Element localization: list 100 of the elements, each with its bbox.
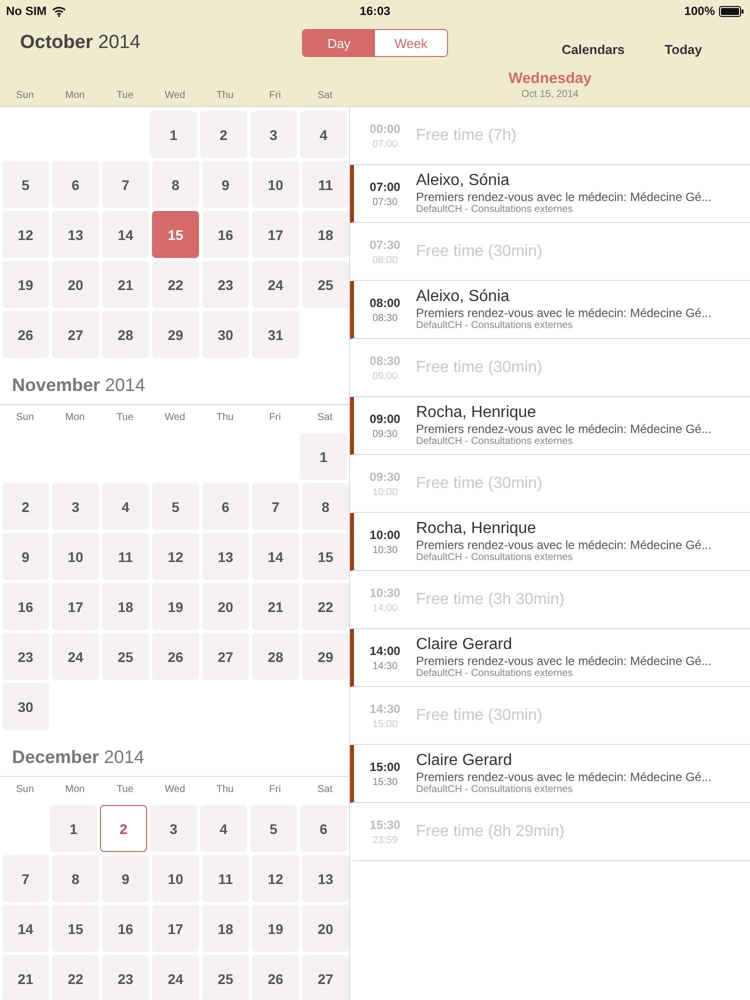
calendar-day[interactable]: 23: [2, 633, 49, 680]
calendar-day[interactable]: 8: [302, 483, 349, 530]
calendar-day[interactable]: 11: [302, 161, 349, 208]
calendar-day[interactable]: 9: [202, 161, 249, 208]
calendar-day[interactable]: 15: [152, 211, 199, 258]
calendar-day[interactable]: 1: [150, 111, 197, 158]
calendar-day[interactable]: 23: [102, 955, 149, 1000]
calendar-day[interactable]: 11: [102, 533, 149, 580]
calendar-day[interactable]: 18: [302, 211, 349, 258]
calendar-day[interactable]: 26: [252, 955, 299, 1000]
calendar-day[interactable]: 17: [152, 905, 199, 952]
calendar-day[interactable]: 19: [152, 583, 199, 630]
calendar-day[interactable]: 9: [2, 533, 49, 580]
calendar-day[interactable]: 20: [302, 905, 349, 952]
calendar-day[interactable]: 14: [102, 211, 149, 258]
calendar-day[interactable]: 31: [252, 311, 299, 358]
calendar-day[interactable]: 1: [50, 805, 97, 852]
calendar-day[interactable]: 15: [302, 533, 349, 580]
calendar-day[interactable]: 3: [150, 805, 197, 852]
calendar-day[interactable]: 8: [52, 855, 99, 902]
appointment[interactable]: 08:00 08:30 Aleixo, Sónia Premiers rendez-vous avec le médecin: Médecine Gé... DefaultCH - Consultations externes: [350, 281, 750, 339]
calendar-day[interactable]: 12: [2, 211, 49, 258]
calendar-day[interactable]: 12: [252, 855, 299, 902]
calendar-day[interactable]: 13: [302, 855, 349, 902]
calendar-day[interactable]: 13: [202, 533, 249, 580]
calendar-day[interactable]: 15: [52, 905, 99, 952]
calendar-day[interactable]: 17: [252, 211, 299, 258]
calendar-day[interactable]: 4: [102, 483, 149, 530]
calendar-day[interactable]: 25: [102, 633, 149, 680]
calendar-day[interactable]: 6: [300, 805, 347, 852]
appointment[interactable]: 10:00 10:30 Rocha, Henrique Premiers rendez-vous avec le médecin: Médecine Gé... DefaultCH - Consultations externes: [350, 513, 750, 571]
calendar-day[interactable]: 7: [2, 855, 49, 902]
calendar-day[interactable]: 21: [2, 955, 49, 1000]
calendar-day[interactable]: 16: [102, 905, 149, 952]
appointment[interactable]: 07:00 07:30 Aleixo, Sónia Premiers rendez-vous avec le médecin: Médecine Gé... DefaultCH - Consultations externes: [350, 165, 750, 223]
calendar-day[interactable]: 4: [300, 111, 347, 158]
toolbar-button[interactable]: Today: [664, 42, 702, 56]
calendar-day[interactable]: 10: [52, 533, 99, 580]
calendar-day[interactable]: 2: [2, 483, 49, 530]
calendar-day[interactable]: 3: [250, 111, 297, 158]
calendar-day[interactable]: 7: [102, 161, 149, 208]
calendar-day[interactable]: 24: [52, 633, 99, 680]
calendar-day[interactable]: 5: [250, 805, 297, 852]
calendar-day[interactable]: 2: [200, 111, 247, 158]
calendar-day[interactable]: 22: [152, 261, 199, 308]
calendar-day[interactable]: 16: [202, 211, 249, 258]
calendar-day[interactable]: 4: [200, 805, 247, 852]
calendar-day[interactable]: 9: [102, 855, 149, 902]
calendar-day[interactable]: 30: [2, 683, 49, 730]
calendar-day[interactable]: 2: [100, 805, 147, 852]
calendar-day[interactable]: 6: [52, 161, 99, 208]
calendar-day[interactable]: 30: [202, 311, 249, 358]
calendar-day[interactable]: 26: [2, 311, 49, 358]
calendar-day[interactable]: 8: [152, 161, 199, 208]
calendar-day[interactable]: 23: [202, 261, 249, 308]
calendar-day[interactable]: 20: [202, 583, 249, 630]
end-time: 10:30: [372, 544, 398, 556]
calendar-day[interactable]: 18: [202, 905, 249, 952]
calendar-day[interactable]: 6: [202, 483, 249, 530]
calendar-day[interactable]: 14: [2, 905, 49, 952]
calendar-day[interactable]: 25: [302, 261, 349, 308]
calendar-day[interactable]: 5: [2, 161, 49, 208]
calendar-day[interactable]: 24: [252, 261, 299, 308]
appointment[interactable]: 15:00 15:30 Claire Gerard Premiers rendez-vous avec le médecin: Médecine Gé... DefaultCH - Consultations externes: [350, 745, 750, 803]
calendar-day[interactable]: 21: [102, 261, 149, 308]
view-tab[interactable]: Day: [303, 30, 375, 56]
calendar-day[interactable]: 27: [302, 955, 349, 1000]
calendar-day[interactable]: 12: [152, 533, 199, 580]
calendar-day[interactable]: 19: [252, 905, 299, 952]
calendar-day[interactable]: 28: [102, 311, 149, 358]
appointment[interactable]: 14:00 14:30 Claire Gerard Premiers rendez-vous avec le médecin: Médecine Gé... DefaultCH - Consultations externes: [350, 629, 750, 687]
weekday-label: Fri: [268, 784, 282, 794]
calendar-day[interactable]: 18: [102, 583, 149, 630]
calendar-day[interactable]: 27: [202, 633, 249, 680]
calendar-day[interactable]: 17: [52, 583, 99, 630]
calendar-day[interactable]: 1: [300, 433, 347, 480]
calendar-day[interactable]: 26: [152, 633, 199, 680]
toolbar-button[interactable]: Calendars: [562, 42, 625, 56]
calendar-day[interactable]: 11: [202, 855, 249, 902]
calendar-day[interactable]: 5: [152, 483, 199, 530]
calendar-day[interactable]: 21: [252, 583, 299, 630]
calendar-day[interactable]: 24: [152, 955, 199, 1000]
calendar-day[interactable]: 25: [202, 955, 249, 1000]
appointment[interactable]: 09:00 09:30 Rocha, Henrique Premiers rendez-vous avec le médecin: Médecine Gé... DefaultCH - Consultations externes: [350, 397, 750, 455]
calendar-day[interactable]: 27: [52, 311, 99, 358]
calendar-day[interactable]: 16: [2, 583, 49, 630]
calendar-day[interactable]: 10: [152, 855, 199, 902]
calendar-day[interactable]: 10: [252, 161, 299, 208]
calendar-day[interactable]: 22: [52, 955, 99, 1000]
calendar-day[interactable]: 28: [252, 633, 299, 680]
calendar-day[interactable]: 13: [52, 211, 99, 258]
calendar-day[interactable]: 7: [252, 483, 299, 530]
view-tab[interactable]: Week: [375, 30, 447, 56]
calendar-day[interactable]: 14: [252, 533, 299, 580]
calendar-day[interactable]: 20: [52, 261, 99, 308]
calendar-day[interactable]: 29: [302, 633, 349, 680]
calendar-day[interactable]: 29: [152, 311, 199, 358]
calendar-day[interactable]: 3: [52, 483, 99, 530]
calendar-day[interactable]: 19: [2, 261, 49, 308]
calendar-day[interactable]: 22: [302, 583, 349, 630]
